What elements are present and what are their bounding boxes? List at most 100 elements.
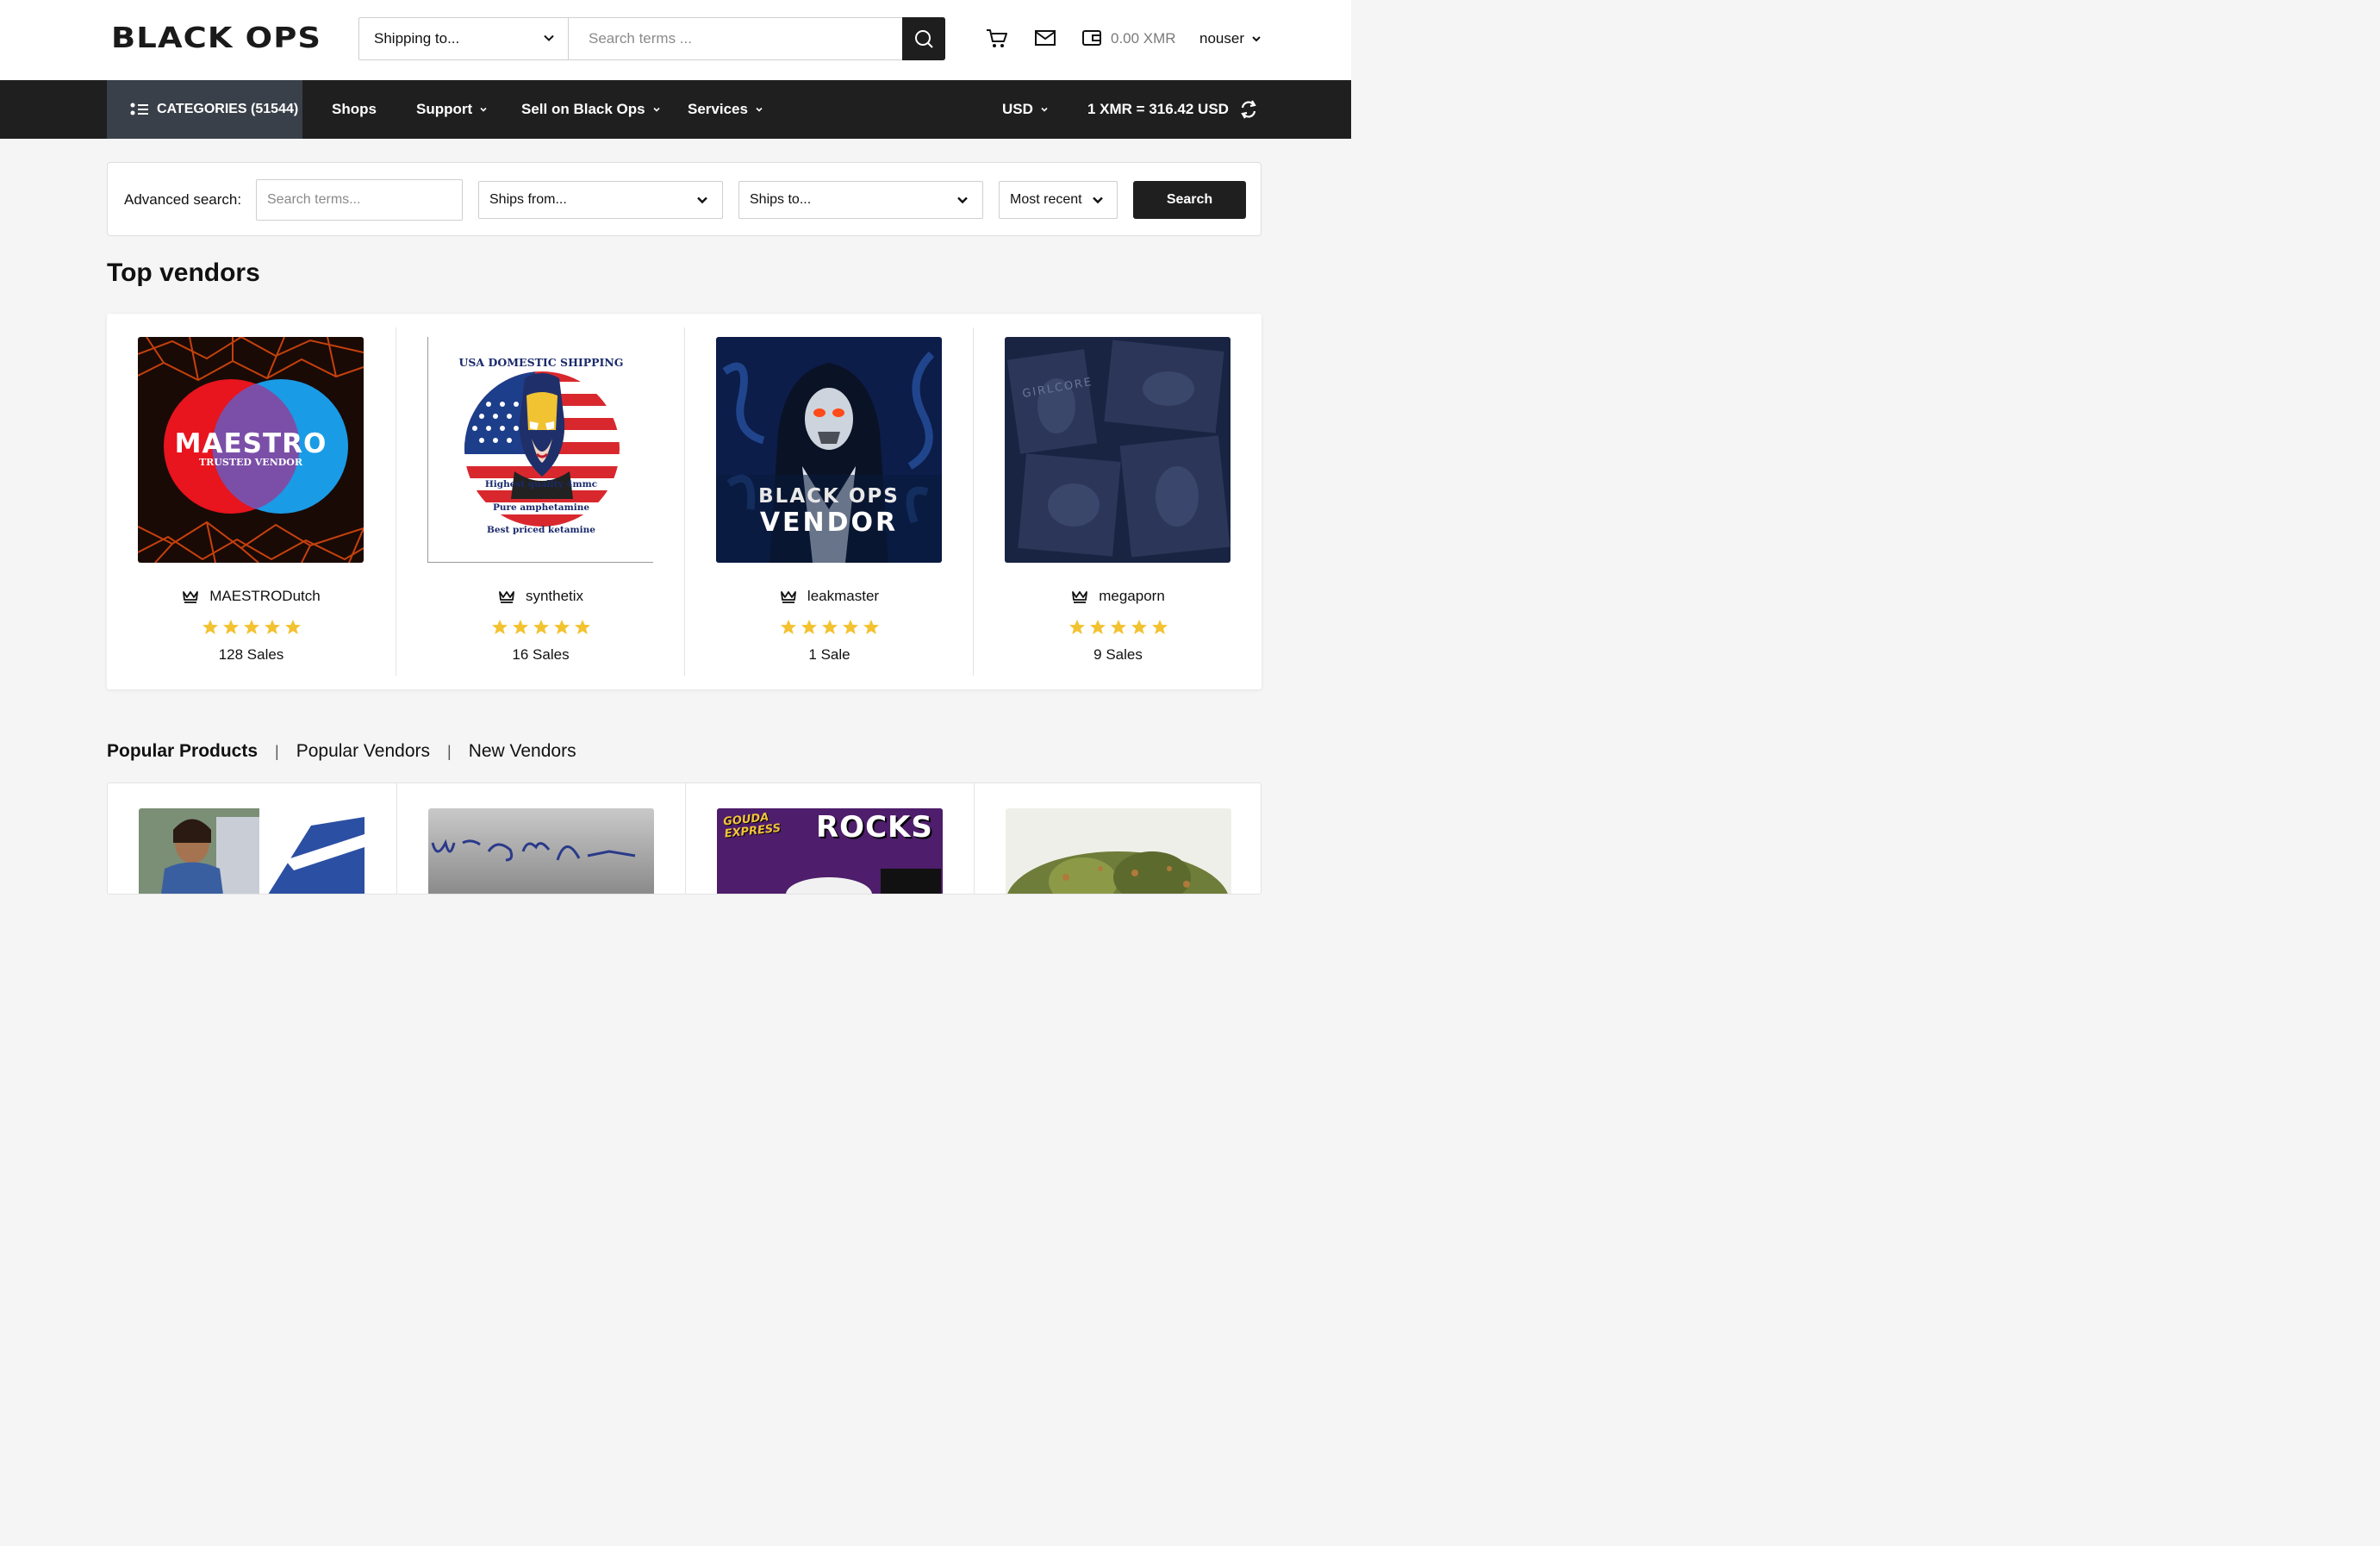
- vendor-image-subtitle: TRUSTED VENDOR: [198, 457, 303, 468]
- nav-shops[interactable]: Shops: [332, 80, 377, 139]
- vendor-card[interactable]: USA DOMESTIC SHIPPING Highest quality 4m…: [396, 327, 685, 676]
- product-tabs: Popular Products | Popular Vendors | New…: [107, 741, 576, 762]
- crown-icon: [1072, 591, 1088, 603]
- wallet-balance[interactable]: 0.00 XMR: [1111, 30, 1176, 47]
- product-card[interactable]: [974, 783, 1261, 894]
- star-icon: [243, 620, 259, 634]
- chevron-down-icon: [1252, 36, 1261, 42]
- star-icon: [821, 620, 838, 634]
- nav-sell-label: Sell on Black Ops: [521, 101, 645, 117]
- vendor-image-subtitle: VENDOR: [759, 508, 899, 538]
- search-icon: [915, 30, 933, 48]
- vendor-name: synthetix: [525, 588, 584, 604]
- vendor-sales: 9 Sales: [1093, 646, 1143, 663]
- advanced-search-button[interactable]: Search: [1133, 181, 1246, 219]
- product-image[interactable]: [139, 808, 364, 894]
- chevron-down-icon: [480, 107, 487, 112]
- star-icon: [264, 620, 280, 634]
- tab-popular-products[interactable]: Popular Products: [107, 741, 258, 762]
- advanced-search-input[interactable]: [256, 179, 463, 221]
- star-icon: [553, 620, 570, 634]
- header-search-button[interactable]: [902, 17, 945, 60]
- tab-new-vendors[interactable]: New Vendors: [469, 741, 576, 762]
- tab-popular-vendors[interactable]: Popular Vendors: [296, 741, 430, 762]
- star-icon: [801, 620, 817, 634]
- ships-to-select[interactable]: Ships to...: [738, 181, 983, 219]
- vendor-image-line: Pure amphetamine: [492, 502, 590, 513]
- nav-support[interactable]: Support: [416, 80, 488, 139]
- star-icon: [284, 620, 301, 634]
- vendor-rating: [107, 619, 396, 635]
- vendor-card[interactable]: GIRLCORE megaporn 9 Sales: [973, 327, 1262, 676]
- nav-sell[interactable]: Sell on Black Ops: [521, 80, 661, 139]
- ships-from-select[interactable]: Ships from...: [478, 181, 723, 219]
- star-icon: [1151, 620, 1168, 634]
- vendor-name: megaporn: [1099, 588, 1165, 604]
- star-icon: [512, 620, 528, 634]
- star-icon: [574, 620, 590, 634]
- shipping-to-select[interactable]: Shipping to...: [359, 18, 569, 59]
- vendor-card[interactable]: BLACK OPS VENDOR leakmaster 1 Sale: [684, 327, 974, 676]
- top-vendors-panel: MAESTRO TRUSTED VENDOR MAESTRODutch 128 …: [107, 314, 1262, 689]
- chevron-down-icon: [544, 34, 554, 41]
- vendor-sales: 16 Sales: [512, 646, 570, 663]
- vendor-image-title: BLACK OPS: [758, 485, 900, 508]
- chevron-down-icon: [957, 196, 968, 204]
- sort-label: Most recent: [1010, 192, 1082, 207]
- vendor-name-row[interactable]: leakmaster: [685, 588, 974, 605]
- header-search-input[interactable]: [570, 18, 902, 59]
- list-icon: [130, 103, 148, 115]
- chevron-down-icon: [1041, 107, 1048, 112]
- vendor-image-title: USA DOMESTIC SHIPPING: [458, 356, 624, 369]
- chevron-down-icon: [697, 196, 707, 204]
- crown-icon: [183, 591, 199, 603]
- vendor-image[interactable]: USA DOMESTIC SHIPPING Highest quality 4m…: [427, 337, 653, 563]
- advanced-search-panel: Advanced search: Ships from... Ships to.…: [107, 162, 1262, 236]
- vendor-rating: [974, 619, 1262, 635]
- star-icon: [491, 620, 508, 634]
- vendor-image-title: MAESTRO: [174, 428, 327, 459]
- top-vendors-title: Top vendors: [107, 259, 260, 287]
- refresh-icon[interactable]: [1239, 99, 1258, 120]
- exchange-rate-label: 1 XMR = 316.42 USD: [1087, 101, 1229, 117]
- chevron-down-icon: [756, 107, 763, 112]
- product-image[interactable]: [428, 808, 654, 894]
- mail-icon[interactable]: [1034, 28, 1056, 48]
- crown-icon: [499, 591, 514, 603]
- star-icon: [533, 620, 549, 634]
- vendor-image-line: Best priced ketamine: [487, 525, 595, 535]
- nav-services[interactable]: Services: [688, 80, 763, 139]
- username: nouser: [1199, 30, 1244, 47]
- product-card[interactable]: [108, 783, 396, 894]
- vendor-name-row[interactable]: synthetix: [396, 588, 685, 605]
- vendor-name: MAESTRODutch: [209, 588, 321, 604]
- site-logo[interactable]: BLACK OPS: [111, 21, 321, 54]
- star-icon: [222, 620, 239, 634]
- vendor-name-row[interactable]: megaporn: [974, 588, 1262, 605]
- vendor-name-row[interactable]: MAESTRODutch: [107, 588, 396, 605]
- tab-separator: |: [275, 742, 279, 760]
- categories-button[interactable]: CATEGORIES (51544): [107, 80, 302, 139]
- products-panel: GOUDA EXPRESS ROCKS: [107, 782, 1262, 895]
- wallet-icon[interactable]: [1081, 28, 1102, 48]
- product-card[interactable]: GOUDA EXPRESS ROCKS: [685, 783, 975, 894]
- product-image[interactable]: GOUDA EXPRESS ROCKS: [717, 808, 943, 894]
- main-nav: CATEGORIES (51544) Shops Support Sell on…: [0, 80, 1351, 139]
- exchange-rate: 1 XMR = 316.42 USD: [1087, 80, 1258, 139]
- vendor-image[interactable]: BLACK OPS VENDOR: [716, 337, 942, 563]
- star-icon: [780, 620, 796, 634]
- header-search-bar: Shipping to...: [358, 17, 945, 60]
- product-image[interactable]: [1006, 808, 1231, 894]
- vendor-image[interactable]: GIRLCORE: [1005, 337, 1230, 563]
- vendor-image[interactable]: MAESTRO TRUSTED VENDOR: [138, 337, 364, 563]
- currency-select[interactable]: USD: [1002, 80, 1049, 139]
- nav-services-label: Services: [688, 101, 748, 117]
- product-card[interactable]: [396, 783, 686, 894]
- sort-select[interactable]: Most recent: [999, 181, 1118, 219]
- vendor-card[interactable]: MAESTRO TRUSTED VENDOR MAESTRODutch 128 …: [107, 327, 396, 676]
- user-menu[interactable]: nouser: [1199, 30, 1262, 47]
- cart-icon[interactable]: [985, 28, 1009, 50]
- ships-to-label: Ships to...: [750, 192, 812, 207]
- star-icon: [842, 620, 858, 634]
- vendor-image-line: Highest quality 4mmc: [484, 479, 598, 489]
